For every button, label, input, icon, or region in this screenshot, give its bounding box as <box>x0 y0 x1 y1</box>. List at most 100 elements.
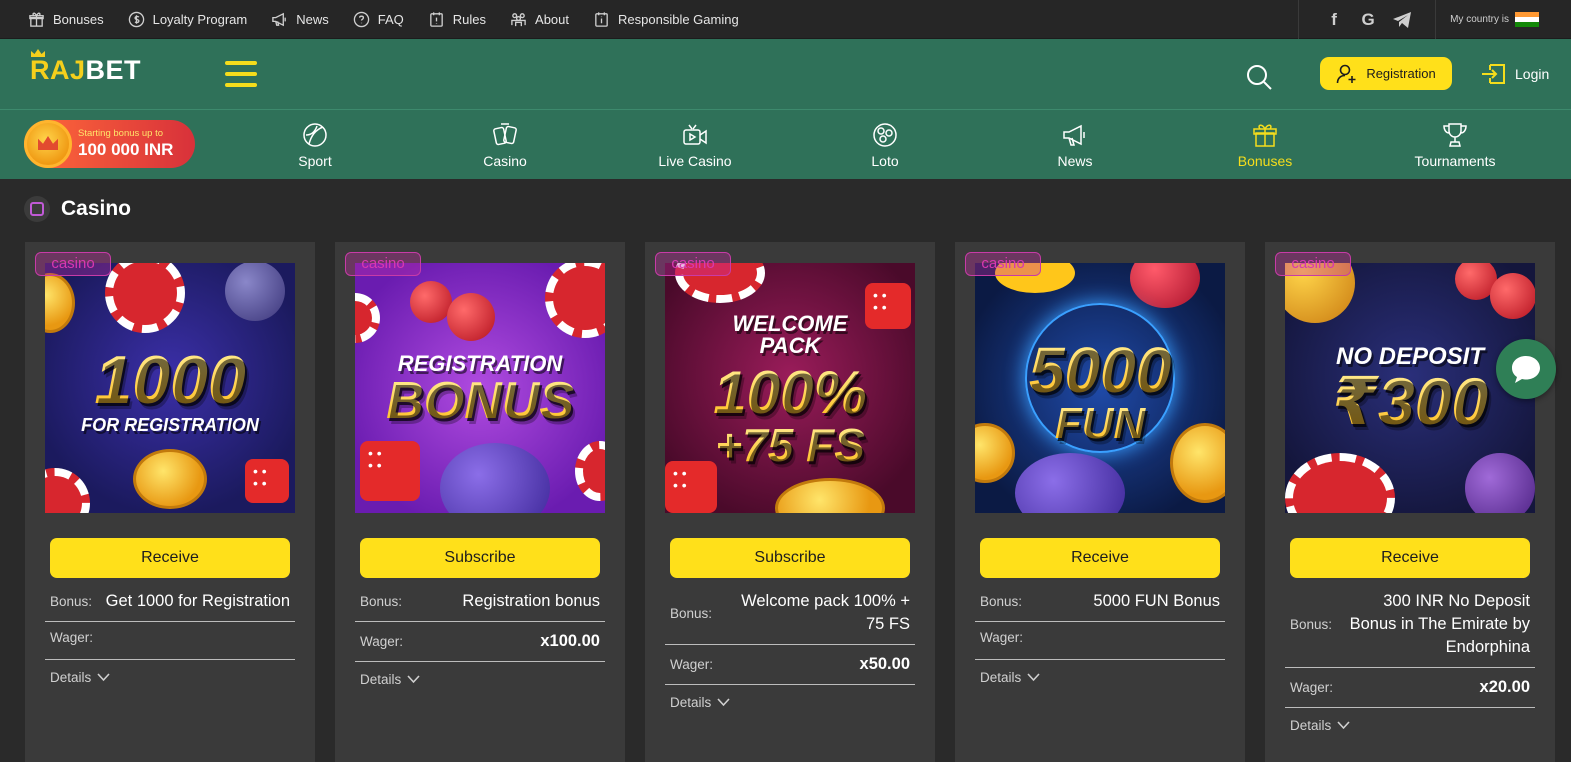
section-title: Casino <box>24 196 131 222</box>
details-toggle[interactable]: Details <box>360 672 420 687</box>
casino-chip-icon <box>1285 453 1395 513</box>
details-toggle[interactable]: Details <box>980 670 1040 685</box>
receive-button[interactable]: Receive <box>50 538 290 578</box>
chevron-down-icon <box>407 675 420 684</box>
main-header: RAJBET Registration Login <box>0 39 1571 109</box>
chevron-down-icon <box>1337 721 1350 730</box>
india-flag-icon <box>1515 11 1539 28</box>
bonus-value: 300 INR No Deposit Bonus in The Emirate … <box>1349 592 1530 656</box>
topnav-loyalty-program[interactable]: Loyalty Program <box>128 11 247 28</box>
megaphone-icon <box>272 12 287 26</box>
details-toggle[interactable]: Details <box>670 695 730 710</box>
wager-row: Wager: <box>45 630 295 645</box>
bonus-banner-image: NO DEPOSIT ₹300 <box>1285 263 1535 513</box>
details-toggle[interactable]: Details <box>1290 718 1350 733</box>
wager-value: x100.00 <box>540 632 600 650</box>
search-icon[interactable] <box>1245 63 1273 91</box>
dice-icon <box>245 459 289 503</box>
tab-bonuses[interactable]: Bonuses <box>1170 110 1360 180</box>
category-tag: casino <box>345 252 421 276</box>
receive-button[interactable]: Receive <box>980 538 1220 578</box>
topnav-responsible-gaming[interactable]: Responsible Gaming <box>593 11 739 28</box>
bonus-row: Bonus: Welcome pack 100% + 75 FS <box>665 590 915 636</box>
plum-icon <box>440 443 550 513</box>
tab-casino[interactable]: Casino <box>410 110 600 180</box>
telegram-icon[interactable] <box>1391 9 1413 31</box>
bonus-card: casino 5000 FUN Receive Bonus: 5000 FUN … <box>955 242 1245 762</box>
lotto-balls-icon <box>873 123 897 147</box>
info-clipboard-icon <box>595 11 608 27</box>
bonus-label: Bonus: <box>50 594 93 609</box>
banner-percent: 100% <box>665 358 915 427</box>
chevron-down-icon <box>1027 673 1040 682</box>
subscribe-button[interactable]: Subscribe <box>670 538 910 578</box>
bonus-row: Bonus: 5000 FUN Bonus <box>975 590 1225 613</box>
topnav-rules[interactable]: Rules <box>428 11 486 28</box>
wager-label: Wager: <box>980 630 1024 645</box>
rajbet-logo[interactable]: RAJBET <box>30 49 142 86</box>
topnav-bonuses[interactable]: Bonuses <box>28 11 104 28</box>
question-icon <box>353 11 370 27</box>
bonus-value: Get 1000 for Registration <box>105 592 290 610</box>
bonus-card: casino REGISTRATION BONUS Subscribe Bonu… <box>335 242 625 762</box>
topnav-label: Bonuses <box>53 11 104 27</box>
crown-icon <box>31 49 45 57</box>
registration-label: Registration <box>1366 66 1436 81</box>
bonus-row: Bonus: Registration bonus <box>355 590 605 613</box>
wager-value: x50.00 <box>859 655 910 673</box>
grapes-icon <box>225 263 285 321</box>
registration-button[interactable]: Registration <box>1320 57 1452 90</box>
logo-text-bet: BET <box>85 55 142 85</box>
cherry-icon <box>1490 273 1535 319</box>
plum-icon <box>1015 453 1125 513</box>
top-right-group: f G My country is <box>1298 0 1571 39</box>
tab-tournaments[interactable]: Tournaments <box>1360 110 1550 180</box>
megaphone-icon <box>1063 124 1085 146</box>
subscribe-button[interactable]: Subscribe <box>360 538 600 578</box>
tab-news[interactable]: News <box>980 110 1170 180</box>
bonus-row: Bonus: Get 1000 for Registration <box>45 590 295 613</box>
receive-button[interactable]: Receive <box>1290 538 1530 578</box>
casino-chip-icon <box>355 293 380 343</box>
ball-icon <box>303 123 327 147</box>
wager-label: Wager: <box>1290 680 1334 695</box>
cards-icon <box>493 123 517 146</box>
bonus-label: Bonus: <box>670 605 713 621</box>
bonus-label: Bonus: <box>1290 617 1333 632</box>
wager-label: Wager: <box>50 630 94 645</box>
facebook-icon[interactable]: f <box>1323 9 1345 31</box>
divider <box>45 659 295 660</box>
google-icon[interactable]: G <box>1357 9 1379 31</box>
topnav-faq[interactable]: FAQ <box>353 11 404 28</box>
bonus-card: casino NO DEPOSIT ₹300 Receive Bonus: 30… <box>1265 242 1555 762</box>
tab-label: Loto <box>871 153 899 169</box>
divider <box>355 621 605 622</box>
details-toggle[interactable]: Details <box>50 670 110 685</box>
login-button[interactable]: Login <box>1481 57 1549 90</box>
tab-loto[interactable]: Loto <box>790 110 980 180</box>
tab-label: Sport <box>298 153 332 169</box>
cherry-icon <box>410 281 452 323</box>
bonus-banner-image: WELCOME PACK 100% +75 FS <box>665 263 915 513</box>
gold-coin-icon <box>1170 423 1225 503</box>
category-tag: casino <box>965 252 1041 276</box>
topnav-label: FAQ <box>377 11 404 27</box>
add-user-icon <box>1337 64 1356 83</box>
bonus-banner-image: 5000 FUN <box>975 263 1225 513</box>
country-selector[interactable]: My country is <box>1436 11 1571 28</box>
casino-category-icon <box>24 196 50 222</box>
category-tag: casino <box>655 252 731 276</box>
divider <box>975 659 1225 660</box>
live-chat-button[interactable] <box>1496 339 1556 399</box>
category-tag: casino <box>35 252 111 276</box>
wager-row: Wager: x50.00 <box>665 653 915 676</box>
rules-icon <box>429 11 443 27</box>
gift-icon <box>29 12 44 27</box>
topnav-about[interactable]: About <box>510 11 569 28</box>
topnav-news[interactable]: News <box>271 11 329 28</box>
menu-hamburger-icon[interactable] <box>225 61 257 87</box>
tab-sport[interactable]: Sport <box>220 110 410 180</box>
tab-live-casino[interactable]: Live Casino <box>600 110 790 180</box>
topnav-label: Responsible Gaming <box>618 11 739 27</box>
starting-bonus-banner[interactable]: Starting bonus up to 100 000 INR <box>24 120 195 168</box>
